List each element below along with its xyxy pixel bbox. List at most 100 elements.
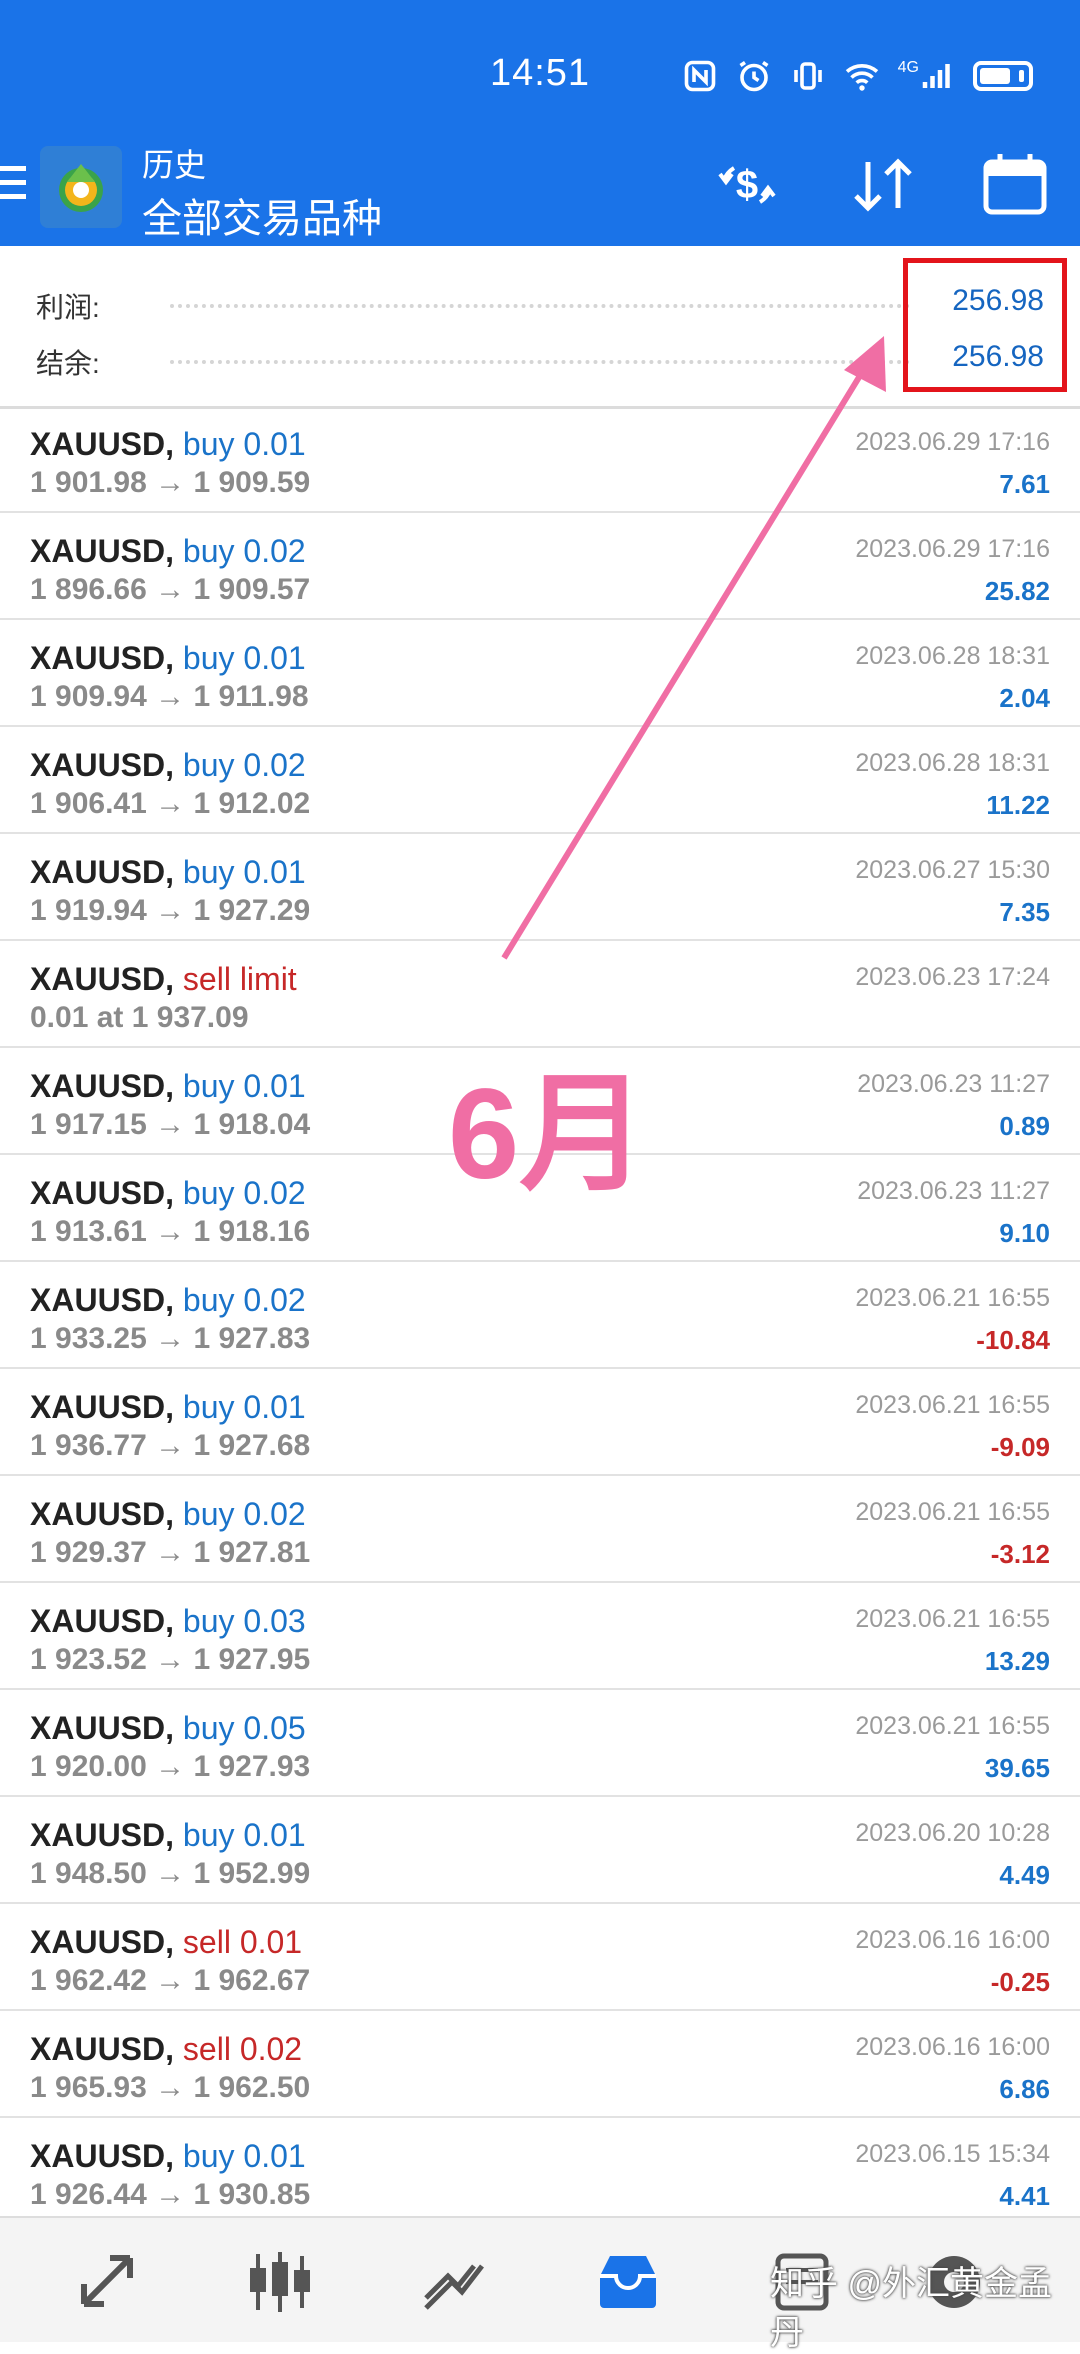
watermark-text: 知乎 @外汇黄金孟丹 <box>770 2265 1052 2352</box>
deal-profit: 7.35 <box>999 897 1050 927</box>
quotes-icon[interactable] <box>72 2246 144 2318</box>
deal-action: sell 0.02 <box>182 2031 303 2067</box>
deal-action: buy 0.01 <box>182 1817 306 1853</box>
deal-action: buy 0.01 <box>182 640 306 676</box>
deal-action: buy 0.01 <box>182 426 306 462</box>
symbol-text: XAUUSD, <box>30 1603 175 1639</box>
deal-symbol: XAUUSD, buy 0.01 <box>30 426 306 463</box>
deal-prices: 1 929.37 → 1 927.81 <box>30 1536 311 1569</box>
deal-row[interactable]: XAUUSD, buy 0.01 1 948.50 → 1 952.99 2023.… <box>0 1797 1080 1904</box>
symbol-text: XAUUSD, <box>30 2031 175 2067</box>
highlight-box <box>903 258 1067 392</box>
deal-time: 2023.06.27 15:30 <box>855 856 1050 884</box>
symbol-text: XAUUSD, <box>30 533 175 569</box>
deal-prices: 1 920.00 → 1 927.93 <box>30 1750 311 1783</box>
deal-row[interactable]: XAUUSD, buy 0.03 1 923.52 → 1 927.95 2023.… <box>0 1583 1080 1690</box>
trade-icon[interactable] <box>418 2246 490 2318</box>
deal-symbol: XAUUSD, buy 0.01 <box>30 1389 306 1426</box>
deal-row[interactable]: XAUUSD, buy 0.01 1 901.98 → 1 909.59 2023.… <box>0 406 1080 513</box>
deal-prices: 0.01 at 1 937.09 <box>30 1001 249 1034</box>
deal-action: sell 0.01 <box>182 1924 303 1960</box>
deal-action: buy 0.01 <box>182 854 306 890</box>
deal-symbol: XAUUSD, buy 0.01 <box>30 1817 306 1854</box>
symbol-text: XAUUSD, <box>30 1389 175 1425</box>
deal-time: 2023.06.23 11:27 <box>857 1070 1050 1098</box>
deal-action: sell limit <box>182 961 297 997</box>
deal-row[interactable]: XAUUSD, buy 0.01 1 919.94 → 1 927.29 2023.… <box>0 834 1080 941</box>
deal-list[interactable]: XAUUSD, buy 0.01 1 901.98 → 1 909.59 2023.… <box>0 406 1080 2225</box>
deal-time: 2023.06.21 16:55 <box>855 1498 1050 1526</box>
svg-text:$: $ <box>736 163 758 207</box>
deal-row[interactable]: XAUUSD, buy 0.02 1 906.41 → 1 912.02 2023.… <box>0 727 1080 834</box>
menu-icon[interactable] <box>0 166 26 200</box>
deal-time: 2023.06.20 10:28 <box>855 1819 1050 1847</box>
deal-prices: 1 896.66 → 1 909.57 <box>30 573 311 606</box>
deal-symbol: XAUUSD, buy 0.02 <box>30 1282 306 1319</box>
deal-prices: 1 923.52 → 1 927.95 <box>30 1643 311 1676</box>
deal-row[interactable]: XAUUSD, sell 0.02 1 965.93 → 1 962.50 2023… <box>0 2011 1080 2118</box>
symbol-text: XAUUSD, <box>30 2138 175 2174</box>
chart-icon[interactable] <box>244 2246 316 2318</box>
deal-prices: 1 962.42 → 1 962.67 <box>30 1964 311 1997</box>
sort-icon[interactable] <box>848 150 918 220</box>
deal-profit: 13.29 <box>984 1646 1050 1676</box>
deal-row[interactable]: XAUUSD, buy 0.02 1 929.37 → 1 927.81 2023.… <box>0 1476 1080 1583</box>
dot-leader <box>170 304 910 308</box>
deal-profit: 2.04 <box>999 683 1050 713</box>
deal-symbol: XAUUSD, buy 0.02 <box>30 747 306 784</box>
deal-row[interactable]: XAUUSD, buy 0.01 1 909.94 → 1 911.98 2023.… <box>0 620 1080 727</box>
deal-prices: 1 936.77 → 1 927.68 <box>30 1429 311 1462</box>
deal-time: 2023.06.28 18:31 <box>855 749 1050 777</box>
deal-profit: -3.12 <box>990 1539 1050 1569</box>
vibrate-icon <box>793 62 822 90</box>
deposit-icon[interactable]: $ <box>712 150 782 220</box>
deal-profit: 7.61 <box>999 469 1050 499</box>
symbol-filter[interactable]: 全部交易品种 <box>142 186 382 244</box>
deal-row[interactable]: XAUUSD, buy 0.02 1 896.66 → 1 909.57 2023.… <box>0 513 1080 620</box>
signal-icon <box>922 64 950 88</box>
history-icon[interactable] <box>592 2246 664 2318</box>
deal-symbol: XAUUSD, buy 0.03 <box>30 1603 306 1640</box>
wifi-icon <box>845 64 878 91</box>
deal-prices: 1 933.25 → 1 927.83 <box>30 1322 311 1355</box>
deal-time: 2023.06.28 18:31 <box>855 642 1050 670</box>
symbol-text: XAUUSD, <box>30 854 175 890</box>
annotation-label: 6月 <box>448 1063 648 1206</box>
deal-action: buy 0.02 <box>182 1282 306 1318</box>
symbol-text: XAUUSD, <box>30 1710 175 1746</box>
symbol-text: XAUUSD, <box>30 1068 175 1104</box>
symbol-text: XAUUSD, <box>30 1924 175 1960</box>
deal-profit: 11.22 <box>986 790 1050 820</box>
deal-action: buy 0.03 <box>182 1603 306 1639</box>
deal-action: buy 0.05 <box>182 1710 306 1746</box>
deal-action: buy 0.02 <box>182 533 306 569</box>
deal-symbol: XAUUSD, buy 0.02 <box>30 533 306 570</box>
nfc-icon <box>684 60 715 92</box>
deal-time: 2023.06.21 16:55 <box>855 1712 1050 1740</box>
deal-time: 2023.06.16 16:00 <box>855 1926 1050 1954</box>
symbol-text: XAUUSD, <box>30 1817 175 1853</box>
deal-symbol: XAUUSD, sell 0.02 <box>30 2031 302 2068</box>
app-header: 14:51 4G 历史 全部交易品种 $ <box>0 0 1080 246</box>
deal-time: 2023.06.15 15:34 <box>855 2140 1050 2168</box>
deal-profit: 0.89 <box>999 1111 1050 1141</box>
calendar-icon[interactable] <box>980 150 1050 220</box>
deal-profit: -9.09 <box>990 1432 1050 1462</box>
deal-time: 2023.06.29 17:16 <box>855 428 1050 456</box>
deal-symbol: XAUUSD, buy 0.05 <box>30 1710 306 1747</box>
deal-prices: 1 948.50 → 1 952.99 <box>30 1857 311 1890</box>
deal-row[interactable]: XAUUSD, buy 0.01 1 936.77 → 1 927.68 2023.… <box>0 1369 1080 1476</box>
deal-symbol: XAUUSD, buy 0.01 <box>30 854 306 891</box>
symbol-text: XAUUSD, <box>30 1282 175 1318</box>
deal-symbol: XAUUSD, sell limit <box>30 961 297 998</box>
deal-action: buy 0.02 <box>182 1175 306 1211</box>
deal-row[interactable]: XAUUSD, buy 0.01 1 926.44 → 1 930.85 2023.… <box>0 2118 1080 2225</box>
alarm-icon <box>739 61 769 92</box>
symbol-text: XAUUSD, <box>30 1496 175 1532</box>
deal-row[interactable]: XAUUSD, buy 0.02 1 933.25 → 1 927.83 2023.… <box>0 1262 1080 1369</box>
deal-prices: 1 913.61 → 1 918.16 <box>30 1215 311 1248</box>
deal-action: buy 0.01 <box>182 2138 306 2174</box>
deal-row[interactable]: XAUUSD, sell 0.01 1 962.42 → 1 962.67 2023… <box>0 1904 1080 2011</box>
deal-row[interactable]: XAUUSD, buy 0.05 1 920.00 → 1 927.93 2023.… <box>0 1690 1080 1797</box>
symbol-text: XAUUSD, <box>30 426 175 462</box>
